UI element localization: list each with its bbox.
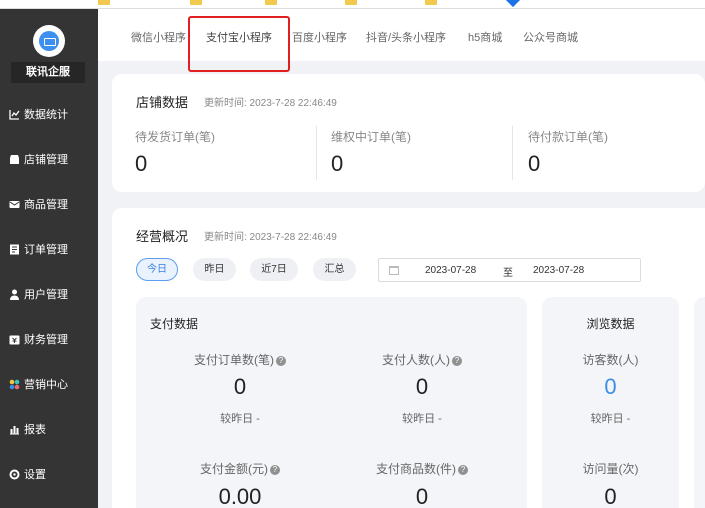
- metric-compare: 较昨日 -: [402, 413, 442, 425]
- tab-alipay-miniprogram[interactable]: 支付宝小程序: [206, 29, 272, 45]
- metric-compare: 较昨日 -: [220, 413, 260, 425]
- metric-value: 0: [415, 484, 429, 508]
- line-chart-icon: [9, 109, 20, 120]
- divider: [512, 126, 513, 180]
- folder-icon: [190, 0, 202, 5]
- range-today-button[interactable]: 今日: [136, 258, 178, 281]
- stat-value: 0: [528, 151, 541, 176]
- metric-label: 支付商品数(件)?: [362, 460, 482, 477]
- sidebar-item-label: 营销中心: [24, 379, 68, 391]
- metric-label: 访问量(次): [582, 462, 639, 476]
- date-start[interactable]: 2023-07-28: [425, 265, 476, 276]
- sidebar-item-label: 用户管理: [24, 289, 68, 301]
- metric-label: 支付金额(元)?: [180, 460, 300, 477]
- metric-label-text: 支付商品数(件): [376, 462, 456, 476]
- panel-title: 浏览数据: [586, 317, 635, 331]
- sidebar-item-reports[interactable]: 报表: [0, 409, 98, 449]
- store-icon: [9, 154, 20, 165]
- sidebar: 联讯企服 数据统计 店铺管理 商品管理 订单管理 用户管理 财务管理 营销中心 …: [0, 9, 98, 508]
- metric-label: 支付订单数(笔)?: [180, 351, 300, 368]
- sidebar-item-label: 设置: [24, 469, 46, 481]
- sidebar-item-users[interactable]: 用户管理: [0, 274, 98, 314]
- sidebar-item-label: 店铺管理: [24, 154, 68, 166]
- card-title: 经营概况: [136, 229, 189, 244]
- metric-value[interactable]: 0: [550, 374, 671, 400]
- metric-value: 0: [233, 374, 247, 399]
- range-7days-button[interactable]: 近7日: [250, 258, 298, 281]
- folder-icon: [345, 0, 357, 5]
- bookmark-folder[interactable]: [98, 0, 110, 6]
- bookmark-folder[interactable]: [190, 0, 202, 6]
- date-separator: 至: [503, 268, 513, 279]
- bookmark-app[interactable]: [505, 0, 521, 8]
- bookmarks-bar: [0, 0, 705, 9]
- date-end[interactable]: 2023-07-28: [533, 265, 584, 276]
- sidebar-item-label: 财务管理: [24, 334, 68, 346]
- metric-label: 访客数(人): [582, 353, 639, 367]
- metric-label-text: 支付金额(元): [200, 462, 268, 476]
- bookmark-folder[interactable]: [265, 0, 277, 6]
- folder-icon: [98, 0, 110, 5]
- metric-value: 0: [604, 484, 617, 508]
- stat-value: 0: [135, 151, 148, 176]
- org-name[interactable]: 联讯企服: [11, 62, 85, 83]
- sidebar-item-store[interactable]: 店铺管理: [0, 139, 98, 179]
- metric-value: 0: [415, 374, 429, 399]
- next-panel-edge: [694, 297, 705, 508]
- bar-chart-icon: [9, 424, 20, 435]
- metric-compare: 较昨日 -: [590, 413, 631, 425]
- sidebar-item-orders[interactable]: 订单管理: [0, 229, 98, 269]
- sidebar-item-marketing[interactable]: 营销中心: [0, 364, 98, 404]
- help-icon[interactable]: ?: [458, 465, 468, 475]
- settings-icon: [9, 469, 20, 480]
- metric-label-text: 支付人数(人): [382, 353, 450, 367]
- bookmark-folder[interactable]: [345, 0, 357, 6]
- stat-value: 0: [331, 151, 344, 176]
- divider: [316, 126, 317, 180]
- stat-label: 待发货订单(笔): [135, 130, 215, 144]
- sidebar-item-label: 数据统计: [24, 109, 68, 121]
- folder-icon: [425, 0, 437, 5]
- sidebar-item-settings[interactable]: 设置: [0, 454, 98, 494]
- platform-tabs: 微信小程序 支付宝小程序 百度小程序 抖音/头条小程序 h5商城 公众号商城: [98, 9, 705, 61]
- metric-label-text: 支付订单数(笔): [194, 353, 274, 367]
- tab-official-account-mall[interactable]: 公众号商城: [523, 29, 578, 45]
- card-title: 店铺数据: [136, 95, 189, 110]
- sidebar-item-finance[interactable]: 财务管理: [0, 319, 98, 359]
- store-data-card: 店铺数据 更新时间: 2023-7-28 22:46:49 待发货订单(笔) 0…: [112, 74, 705, 192]
- date-range-picker[interactable]: 2023-07-28 至 2023-07-28: [378, 258, 641, 282]
- order-list-icon: [9, 244, 20, 255]
- stat-label: 维权中订单(笔): [331, 130, 411, 144]
- tab-baidu-miniprogram[interactable]: 百度小程序: [292, 29, 347, 45]
- panel-title: 支付数据: [150, 317, 199, 331]
- sidebar-item-label: 报表: [24, 424, 46, 436]
- calendar-icon: [389, 266, 399, 275]
- metric-value: 0.00: [218, 484, 262, 508]
- update-time: 更新时间: 2023-7-28 22:46:49: [204, 232, 337, 243]
- sidebar-item-label: 订单管理: [24, 244, 68, 256]
- metric-label: 支付人数(人)?: [362, 351, 482, 368]
- tab-douyin-miniprogram[interactable]: 抖音/头条小程序: [366, 29, 446, 45]
- range-yesterday-button[interactable]: 昨日: [193, 258, 236, 281]
- bookmark-folder[interactable]: [425, 0, 437, 6]
- logo: [33, 25, 65, 57]
- tab-h5-mall[interactable]: h5商城: [468, 29, 502, 45]
- range-total-button[interactable]: 汇总: [313, 258, 356, 281]
- finance-icon: [9, 334, 20, 345]
- sidebar-item-label: 商品管理: [24, 199, 68, 211]
- marketing-icon: [9, 379, 20, 390]
- sidebar-item-data-stats[interactable]: 数据统计: [0, 94, 98, 134]
- user-icon: [9, 289, 20, 300]
- help-icon[interactable]: ?: [270, 465, 280, 475]
- help-icon[interactable]: ?: [276, 356, 286, 366]
- logo-icon: [39, 31, 59, 51]
- folder-icon: [265, 0, 277, 5]
- help-icon[interactable]: ?: [452, 356, 462, 366]
- tab-wechat-miniprogram[interactable]: 微信小程序: [131, 29, 186, 45]
- sidebar-item-products[interactable]: 商品管理: [0, 184, 98, 224]
- app-icon: [505, 0, 521, 8]
- mail-icon: [9, 199, 20, 210]
- stat-label: 待付款订单(笔): [528, 130, 608, 144]
- update-time: 更新时间: 2023-7-28 22:46:49: [204, 98, 337, 109]
